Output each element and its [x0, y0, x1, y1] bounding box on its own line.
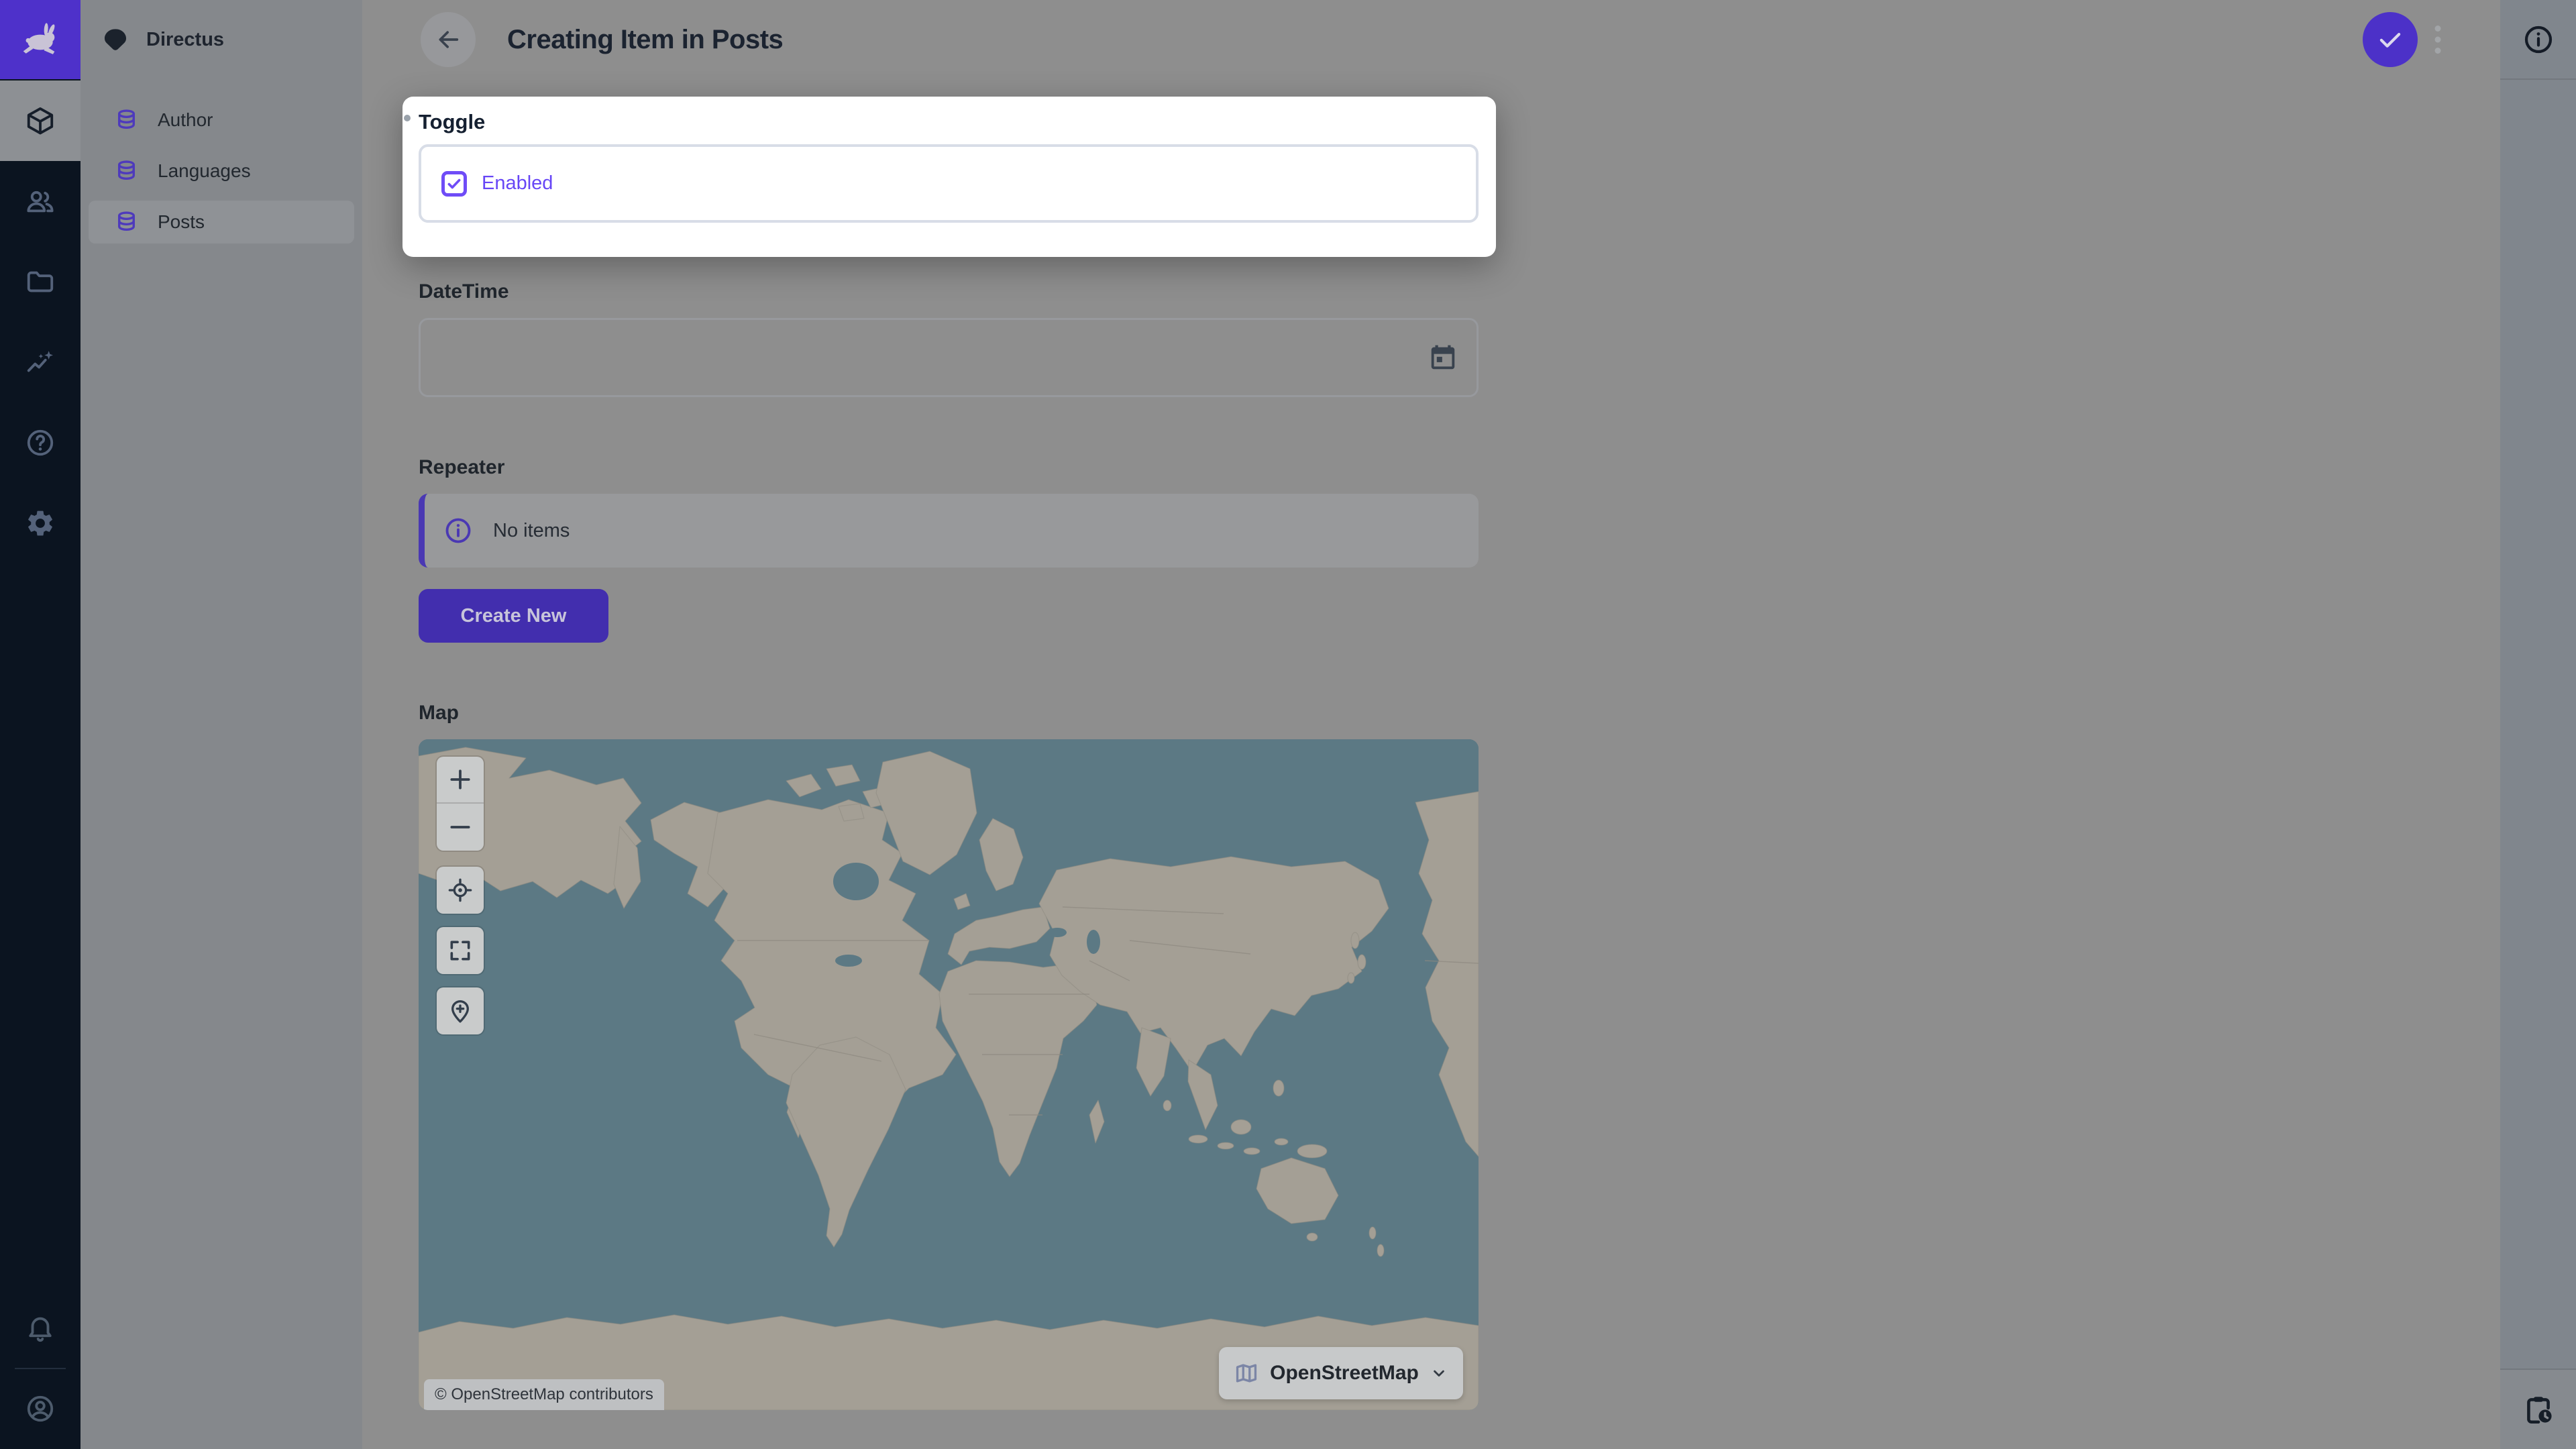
fullscreen-button[interactable] [437, 927, 484, 974]
map-attribution[interactable]: © OpenStreetMap contributors [424, 1379, 664, 1410]
module-bar [0, 0, 80, 1449]
activity-sidebar-button[interactable] [2500, 1370, 2576, 1449]
sidebar-item-author[interactable]: Author [89, 99, 354, 142]
enabled-checkbox-label[interactable]: Enabled [482, 172, 553, 195]
check-icon [2376, 25, 2404, 54]
database-icon [114, 108, 139, 133]
sidebar-item-label: Author [158, 109, 213, 131]
user-circle-icon [25, 1393, 56, 1424]
repeater-field-label: Repeater [419, 456, 504, 479]
map-fullscreen-control [437, 927, 484, 974]
map-zoom-controls [437, 757, 484, 851]
toggle-field-card: Toggle Enabled [402, 97, 1496, 257]
back-button[interactable] [421, 12, 476, 67]
map-field-label: Map [419, 702, 459, 724]
insights-icon [25, 347, 56, 378]
module-settings[interactable] [0, 483, 80, 564]
box-icon [25, 105, 56, 136]
database-icon [114, 210, 139, 235]
map-style-label: OpenStreetMap [1270, 1362, 1419, 1385]
more-options-button[interactable] [2424, 19, 2451, 60]
notifications-button[interactable] [0, 1287, 80, 1368]
create-new-button[interactable]: Create New [419, 589, 608, 643]
fullscreen-icon [447, 938, 473, 963]
sidebar-divider [2500, 78, 2576, 80]
directus-logo-button[interactable] [0, 0, 80, 79]
add-location-button[interactable] [437, 987, 484, 1034]
navigation-panel: Directus Author Languages [80, 0, 362, 1449]
add-location-icon [447, 998, 474, 1024]
map-geolocate-control [437, 867, 484, 914]
gear-icon [25, 508, 56, 539]
map-icon [1234, 1360, 1259, 1386]
clipboard-clock-icon [2522, 1393, 2555, 1426]
sidebar-strip [2500, 0, 2576, 1449]
calendar-icon[interactable] [1428, 342, 1458, 373]
info-icon [2522, 23, 2555, 56]
save-button[interactable] [2363, 12, 2418, 67]
rabbit-logo-icon [19, 18, 62, 61]
user-menu-button[interactable] [0, 1368, 80, 1449]
zoom-in-button[interactable] [437, 757, 484, 804]
sidebar-item-posts[interactable]: Posts [89, 201, 354, 244]
bell-icon [25, 1312, 56, 1343]
sidebar-item-label: Languages [158, 160, 251, 182]
module-insights[interactable] [0, 322, 80, 402]
repeater-empty-text: No items [493, 520, 570, 542]
map-canvas[interactable]: © OpenStreetMap contributors OpenStreetM… [419, 739, 1479, 1410]
info-circle-icon [443, 516, 473, 545]
fan-icon [101, 25, 130, 54]
module-content[interactable] [0, 80, 80, 161]
create-new-label: Create New [461, 605, 567, 627]
zoom-out-button[interactable] [437, 804, 484, 851]
repeater-empty-notice: No items [419, 494, 1479, 568]
info-sidebar-button[interactable] [2500, 0, 2576, 78]
help-icon [25, 427, 56, 458]
module-file-library[interactable] [0, 241, 80, 322]
enabled-checkbox[interactable] [441, 171, 467, 197]
users-icon [25, 186, 56, 217]
toggle-field-label: Toggle [419, 110, 485, 134]
zoom-in-icon [447, 767, 473, 792]
geolocate-button[interactable] [437, 867, 484, 914]
field-edited-dot [404, 115, 411, 121]
datetime-input[interactable] [419, 318, 1479, 397]
zoom-out-icon [447, 814, 473, 840]
world-map [419, 739, 1479, 1410]
datetime-field-label: DateTime [419, 280, 509, 303]
module-help[interactable] [0, 402, 80, 483]
module-user-directory[interactable] [0, 161, 80, 241]
directus-app: Directus Author Languages [0, 0, 2576, 1449]
sidebar-item-languages[interactable]: Languages [89, 150, 354, 193]
database-icon [114, 159, 139, 184]
page-title: Creating Item in Posts [507, 25, 783, 55]
map-add-location-control [437, 987, 484, 1034]
sidebar-item-label: Posts [158, 211, 205, 233]
map-style-selector[interactable]: OpenStreetMap [1219, 1347, 1463, 1399]
geolocate-icon [447, 877, 474, 904]
toggle-field-input: Enabled [419, 144, 1479, 223]
project-name: Directus [146, 29, 224, 51]
chevron-down-icon [1430, 1364, 1448, 1383]
folder-icon [25, 266, 56, 297]
arrow-left-icon [435, 26, 462, 53]
kebab-menu-icon [2426, 19, 2450, 60]
project-header[interactable]: Directus [80, 0, 362, 79]
checkbox-check-icon [445, 175, 463, 193]
